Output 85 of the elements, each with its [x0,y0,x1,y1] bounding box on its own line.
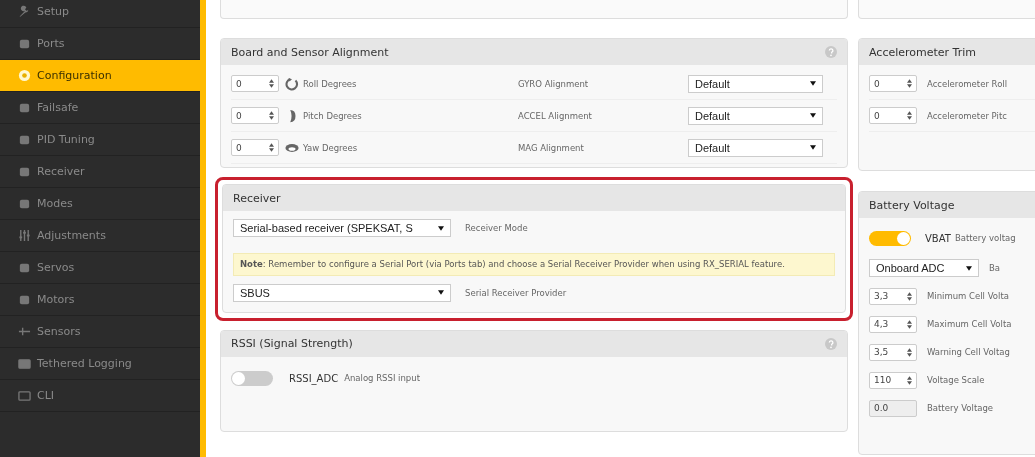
caret-icon [810,81,816,86]
menu-item-icon [18,37,31,50]
field-label: MAG Alignment [518,142,585,153]
menu-item-icon [18,101,31,114]
dropdown[interactable]: Serial-based receiver (SPEKSAT, S [233,219,451,237]
field-label: GYRO Alignment [518,78,590,89]
sidebar-item[interactable]: PID Tuning [0,124,200,156]
toggle-switch[interactable] [869,230,911,246]
number-field[interactable]: 4,3 [869,315,917,333]
panel-title: Board and Sensor Alignment [231,45,389,59]
caret-icon [966,265,972,271]
sidebar-item[interactable]: Servos [0,252,200,284]
dropdown[interactable]: SBUS [233,283,451,302]
menu-item-icon [18,197,31,210]
note-text: Note: Remember to configure a Serial Port (via Ports tab) and choose a Serial Receiver Provider when using RX_SERIAL feature. [233,253,835,276]
panel-title: Receiver [233,191,281,205]
panel-title: RSSI (Signal Strength) [231,337,353,351]
caret-icon [438,290,444,296]
spinner-arrows-icon[interactable] [907,291,912,301]
field-label: ACCEL Alignment [518,110,593,121]
field-label: Minimum Cell Volta [927,291,1009,301]
sidebar-item[interactable]: Motors [0,284,200,316]
dropdown[interactable]: Default [688,106,823,125]
caret-icon [810,113,816,118]
sidebar-item[interactable]: Modes [0,188,200,220]
sidebar-item[interactable]: Configuration [0,60,200,92]
spinner-arrows-icon[interactable] [907,347,912,357]
readonly-field: 0.0 [869,399,917,417]
field-label: Maximum Cell Volta [927,319,1012,329]
menu-item-icon [18,229,31,242]
dropdown[interactable]: Onboard ADC [869,259,979,277]
number-field[interactable]: 0 [231,139,279,156]
sidebar-item[interactable]: Failsafe [0,92,200,124]
number-field[interactable]: 110 [869,371,917,389]
menu-item-icon [18,325,31,338]
menu-item-icon [18,261,31,274]
menu-item-icon [18,389,31,402]
field-label: Warning Cell Voltag [927,347,1010,357]
wrench-icon [18,5,31,18]
field-label: Serial Receiver Provider [465,287,567,298]
spinner-arrows-icon[interactable] [907,375,912,385]
sidebar-item[interactable]: Setup [0,0,200,28]
field-label: Roll Degrees [303,78,358,89]
spinner-arrows-icon[interactable] [907,111,912,120]
field-label: Ba [989,263,1001,273]
number-field[interactable]: 0 [231,75,279,92]
number-field[interactable]: 3,3 [869,287,917,305]
spinner-arrows-icon[interactable] [269,111,274,120]
gear-icon [18,69,31,82]
sidebar-item[interactable]: CLI [0,380,200,412]
number-field[interactable]: 0 [869,75,917,92]
sidebar-item[interactable]: Receiver [0,156,200,188]
menu-item-icon [18,357,31,370]
field-label: Yaw Degrees [303,142,359,153]
caret-icon [810,145,816,150]
caret-icon [438,225,444,231]
spinner-arrows-icon[interactable] [269,143,274,152]
field-label: Receiver Mode [465,223,528,233]
spinner-arrows-icon[interactable] [907,319,912,329]
field-label: Battery Voltage [927,403,994,413]
sidebar-item[interactable]: Sensors [0,316,200,348]
toggle-switch[interactable] [231,370,273,386]
feature-name: RSSI_ADC [289,372,339,384]
feature-description: Battery voltag [954,233,1016,243]
spinner-arrows-icon[interactable] [269,79,274,88]
field-label: Accelerometer Pitc [927,110,1007,121]
number-field[interactable]: 0 [231,107,279,124]
number-field[interactable]: 0 [869,107,917,124]
rotate-icon [285,76,299,91]
panel-title: Battery Voltage [869,198,955,212]
panel-title: Accelerometer Trim [869,45,976,59]
field-label: Pitch Degrees [303,110,363,121]
menu-item-icon [18,165,31,178]
sidebar-item[interactable]: Adjustments [0,220,200,252]
menu-item-icon [18,293,31,306]
feature-name: VBAT [925,232,951,244]
dropdown[interactable]: Default [688,74,823,93]
feature-description: Analog RSSI input [344,373,420,384]
field-label: Accelerometer Roll [927,78,1008,89]
spinner-arrows-icon[interactable] [907,79,912,88]
field-label: Voltage Scale [927,375,985,385]
number-field[interactable]: 3,5 [869,343,917,361]
sidebar-item[interactable]: Tethered Logging [0,348,200,380]
dropdown[interactable]: Default [688,138,823,157]
menu-item-icon [18,133,31,146]
